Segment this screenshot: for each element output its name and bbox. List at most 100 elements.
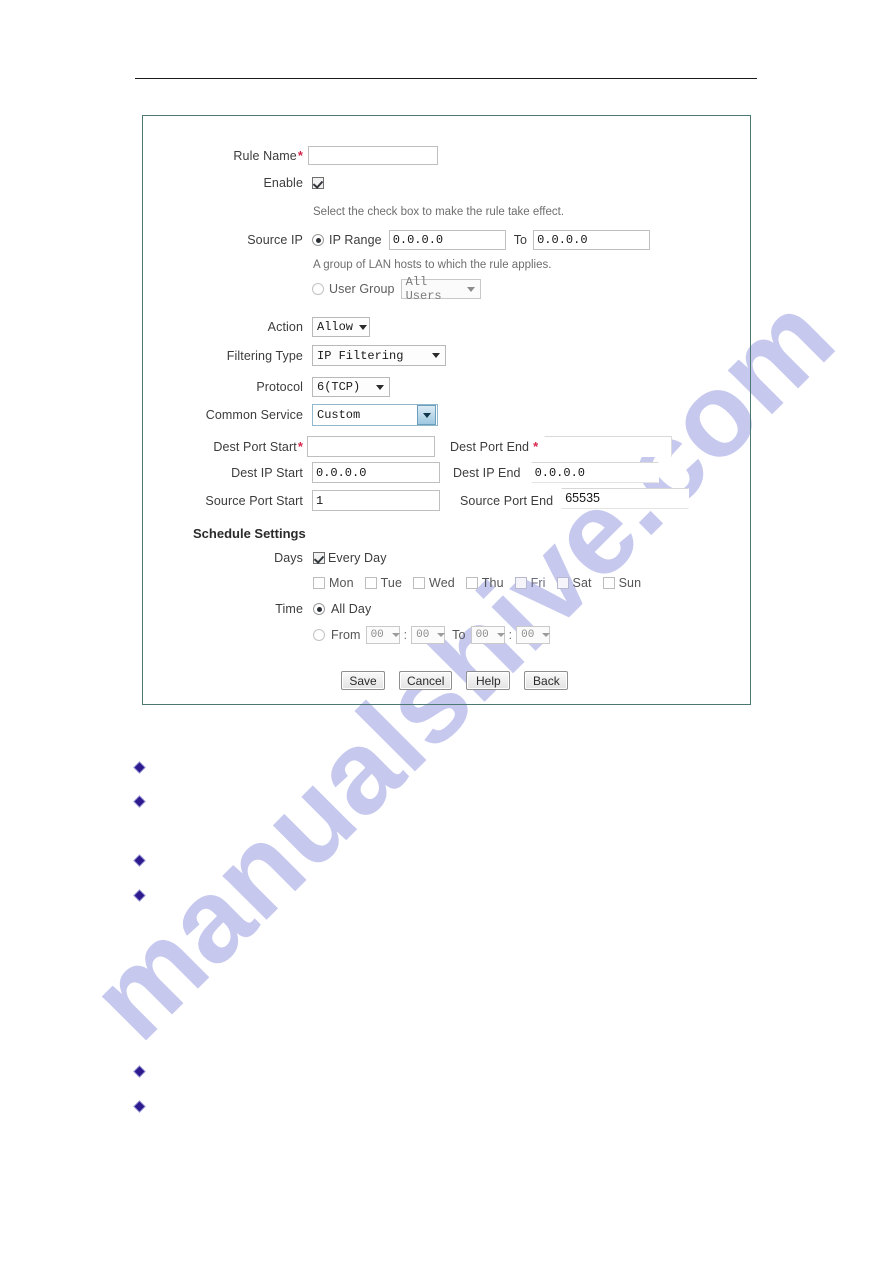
common-service-row: Common Service Custom xyxy=(143,404,438,426)
source-port-row: Source Port Start Source Port End xyxy=(143,487,690,511)
every-day-checkbox[interactable] xyxy=(313,552,325,564)
filtering-type-select[interactable]: IP Filtering xyxy=(312,345,446,366)
to-hour-select[interactable]: 00 xyxy=(470,626,505,644)
time-range-radio[interactable] xyxy=(313,629,325,641)
action-select-value: Allow xyxy=(317,320,354,334)
to-minute-value: 00 xyxy=(521,629,535,641)
common-service-select-value: Custom xyxy=(317,408,361,422)
enable-row: Enable xyxy=(143,176,324,190)
from-hour-value: 00 xyxy=(370,629,384,641)
rule-name-row: Rule Name* xyxy=(143,146,503,165)
back-button[interactable]: Back xyxy=(524,671,569,690)
ip-range-label: IP Range xyxy=(329,233,382,247)
action-label: Action xyxy=(267,320,303,334)
dest-port-end-required-marker: * xyxy=(533,439,539,454)
list-bullet-diamond-icon xyxy=(133,854,146,867)
from-label: From xyxy=(331,628,361,642)
to-hour-value: 00 xyxy=(475,629,489,641)
all-day-radio[interactable] xyxy=(313,603,325,615)
day-checkbox-thu[interactable] xyxy=(465,577,478,589)
chevron-down-icon xyxy=(376,384,384,390)
source-port-start-input[interactable] xyxy=(312,490,440,511)
enable-hint: Select the check box to make the rule ta… xyxy=(313,206,565,218)
dest-port-start-required-marker: * xyxy=(297,439,303,454)
from-minute-select[interactable]: 00 xyxy=(411,626,446,644)
dest-ip-start-label: Dest IP Start xyxy=(231,465,303,480)
list-bullet-diamond-icon xyxy=(133,761,146,774)
chevron-down-icon xyxy=(466,286,475,292)
source-ip-start-input[interactable] xyxy=(388,230,506,250)
time-range-row: From 00 : 00 To 00 : 00 xyxy=(313,626,551,644)
common-service-label: Common Service xyxy=(205,408,303,422)
day-checkbox-wed[interactable] xyxy=(413,577,426,589)
help-button[interactable]: Help xyxy=(466,671,511,690)
day-label-wed: Wed xyxy=(429,576,455,590)
cancel-button[interactable]: Cancel xyxy=(399,671,453,690)
days-row: Days Every Day xyxy=(143,551,387,565)
days-label: Days xyxy=(274,551,303,565)
header-divider xyxy=(135,78,757,79)
day-checkbox-tue[interactable] xyxy=(364,577,377,589)
dest-ip-end-input[interactable] xyxy=(530,462,659,483)
chevron-down-icon xyxy=(496,633,505,637)
rule-name-required-marker: * xyxy=(297,148,303,163)
schedule-settings-title: Schedule Settings xyxy=(193,526,306,541)
time-row: Time All Day xyxy=(143,602,371,616)
protocol-select-value: 6(TCP) xyxy=(317,380,361,394)
to-time-colon: : xyxy=(508,628,513,642)
chevron-down-icon xyxy=(422,412,431,418)
dest-port-start-label: Dest Port Start* xyxy=(213,439,303,454)
source-ip-label: Source IP xyxy=(247,233,303,247)
day-checkbox-fri[interactable] xyxy=(514,577,527,589)
save-button[interactable]: Save xyxy=(341,671,385,690)
action-select[interactable]: Allow xyxy=(312,317,370,337)
user-group-label: User Group xyxy=(329,282,395,296)
day-checkbox-sun[interactable] xyxy=(602,577,615,589)
action-row: Action Allow xyxy=(143,317,370,337)
dest-port-start-input[interactable] xyxy=(307,436,435,457)
list-bullet-diamond-icon xyxy=(133,889,146,902)
every-day-label: Every Day xyxy=(328,551,387,565)
ip-range-radio[interactable] xyxy=(312,234,324,246)
source-port-end-label: Source Port End xyxy=(460,493,554,508)
source-ip-end-input[interactable] xyxy=(533,230,651,250)
user-group-row: User Group All Users xyxy=(312,275,481,303)
to-label: To xyxy=(452,628,466,642)
day-label-thu: Thu xyxy=(481,576,504,590)
filtering-type-row: Filtering Type IP Filtering xyxy=(143,345,446,366)
common-service-select[interactable]: Custom xyxy=(312,404,438,426)
protocol-select[interactable]: 6(TCP) xyxy=(312,377,390,397)
rule-name-input[interactable] xyxy=(308,146,438,165)
common-service-dropdown-button[interactable] xyxy=(417,405,436,425)
list-bullet-diamond-icon xyxy=(133,1065,146,1078)
chevron-down-icon xyxy=(542,633,551,637)
protocol-label: Protocol xyxy=(256,380,303,394)
chevron-down-icon xyxy=(359,324,368,330)
dest-ip-end-label: Dest IP End xyxy=(453,465,521,480)
source-ip-row: Source IP IP Range To xyxy=(143,230,651,250)
dest-ip-start-input[interactable] xyxy=(312,462,440,483)
source-port-start-label: Source Port Start xyxy=(205,493,303,508)
day-checkbox-sat[interactable] xyxy=(556,577,569,589)
chevron-down-icon xyxy=(391,633,400,637)
firewall-rule-form-panel: Rule Name* Enable Select the check box t… xyxy=(142,115,751,705)
user-group-radio[interactable] xyxy=(312,283,324,295)
day-checkbox-mon[interactable] xyxy=(313,577,325,589)
all-day-label: All Day xyxy=(331,602,372,616)
dest-port-row: Dest Port Start* Dest Port End * xyxy=(143,436,673,457)
dest-port-end-label: Dest Port End * xyxy=(450,439,539,454)
list-bullet-diamond-icon xyxy=(133,795,146,808)
from-time-colon: : xyxy=(403,628,408,642)
to-minute-select[interactable]: 00 xyxy=(516,626,551,644)
from-hour-select[interactable]: 00 xyxy=(365,626,400,644)
user-group-select[interactable]: All Users xyxy=(400,275,481,303)
dest-port-end-input[interactable] xyxy=(544,436,673,457)
day-label-tue: Tue xyxy=(380,576,403,590)
rule-name-label: Rule Name* xyxy=(233,148,303,163)
enable-checkbox[interactable] xyxy=(312,177,324,189)
protocol-row: Protocol 6(TCP) xyxy=(143,377,390,397)
source-ip-hint: A group of LAN hosts to which the rule a… xyxy=(313,259,552,271)
list-bullet-diamond-icon xyxy=(133,1100,146,1113)
source-port-end-input[interactable] xyxy=(561,487,690,509)
day-label-sat: Sat xyxy=(572,576,592,590)
